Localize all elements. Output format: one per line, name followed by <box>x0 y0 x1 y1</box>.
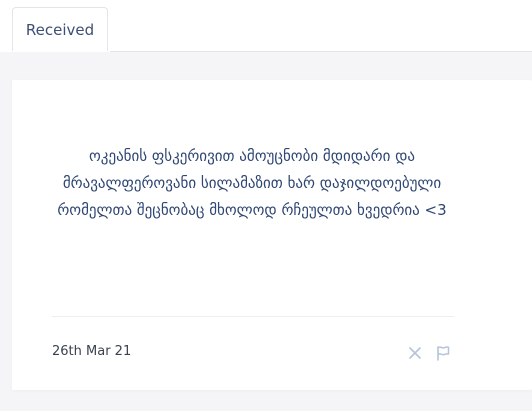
close-icon <box>409 347 421 359</box>
message-card: ოკეანის ფსკერივით ამოუცნობი მდიდარი და მ… <box>12 80 532 390</box>
card-divider <box>52 316 454 317</box>
flag-icon <box>437 346 450 361</box>
tab-received-label: Received <box>25 20 95 39</box>
dismiss-button[interactable] <box>405 343 425 363</box>
tab-bar-divider <box>110 51 532 52</box>
message-date: 26th Mar 21 <box>52 344 132 359</box>
report-button[interactable] <box>433 343 453 363</box>
tab-bar: Received <box>0 0 532 52</box>
tab-received[interactable]: Received <box>12 7 108 52</box>
message-text: ოკეანის ფსკერივით ამოუცნობი მდიდარი და მ… <box>57 147 447 219</box>
